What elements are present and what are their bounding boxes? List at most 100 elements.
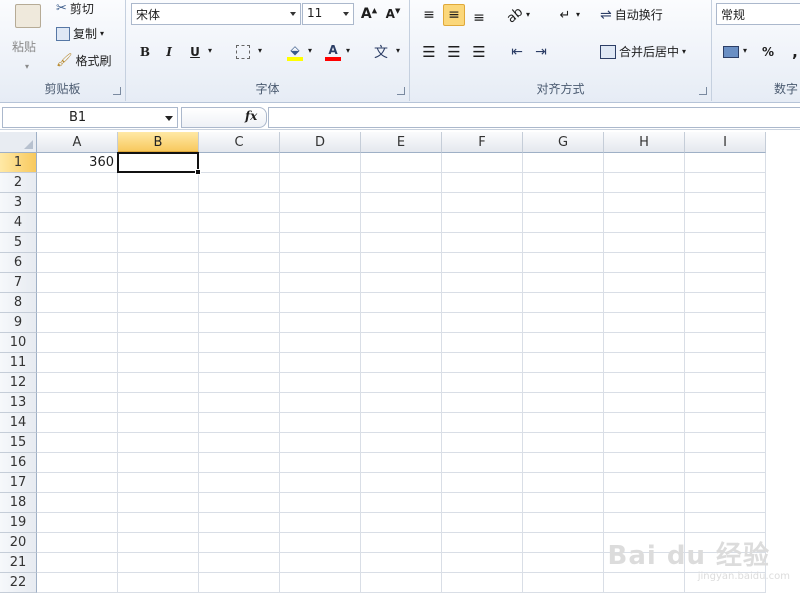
cell-b7[interactable] [118,273,199,293]
cell-a11[interactable] [37,353,118,373]
merge-center-button[interactable]: 合并后居中 ▾ [600,43,686,60]
cell-e1[interactable] [361,153,442,173]
cell-e10[interactable] [361,333,442,353]
cell-f18[interactable] [442,493,523,513]
cell-c1[interactable] [199,153,280,173]
cell-g1[interactable] [523,153,604,173]
cell-d7[interactable] [280,273,361,293]
cell-h9[interactable] [604,313,685,333]
fill-color-dropdown-icon[interactable]: ▾ [308,46,312,55]
cell-e15[interactable] [361,433,442,453]
cell-i2[interactable] [685,173,766,193]
cell-a9[interactable] [37,313,118,333]
cell-i8[interactable] [685,293,766,313]
font-name-select[interactable]: 宋体 [131,3,301,25]
cell-h19[interactable] [604,513,685,533]
cell-f2[interactable] [442,173,523,193]
column-header-d[interactable]: D [280,132,361,153]
cell-b8[interactable] [118,293,199,313]
cell-f7[interactable] [442,273,523,293]
fill-color-button[interactable]: ⬙ [284,41,306,63]
align-right-button[interactable]: ☰ [468,41,490,63]
borders-button[interactable] [232,41,254,63]
cell-d6[interactable] [280,253,361,273]
paste-button[interactable]: 粘贴 ▾ [8,0,48,75]
cell-e5[interactable] [361,233,442,253]
cell-c6[interactable] [199,253,280,273]
indent-wrap-dropdown-icon[interactable]: ▾ [576,10,580,19]
cell-h11[interactable] [604,353,685,373]
align-bottom-button[interactable]: ≡ [468,4,490,26]
cell-e4[interactable] [361,213,442,233]
cell-f16[interactable] [442,453,523,473]
cell-c18[interactable] [199,493,280,513]
cell-b10[interactable] [118,333,199,353]
row-header-14[interactable]: 14 [0,413,37,433]
cell-e7[interactable] [361,273,442,293]
cell-h16[interactable] [604,453,685,473]
cell-h4[interactable] [604,213,685,233]
cell-h3[interactable] [604,193,685,213]
cell-a14[interactable] [37,413,118,433]
alignment-launcher-icon[interactable] [699,87,707,95]
cell-a3[interactable] [37,193,118,213]
align-top-button[interactable]: ≡ [418,4,440,26]
clipboard-launcher-icon[interactable] [113,87,121,95]
cell-e9[interactable] [361,313,442,333]
cell-h2[interactable] [604,173,685,193]
underline-button[interactable]: U [184,41,206,63]
cell-g3[interactable] [523,193,604,213]
cell-h22[interactable] [604,573,685,593]
cell-b14[interactable] [118,413,199,433]
cell-c3[interactable] [199,193,280,213]
cell-a8[interactable] [37,293,118,313]
cell-e6[interactable] [361,253,442,273]
cell-d12[interactable] [280,373,361,393]
row-header-5[interactable]: 5 [0,233,37,253]
cell-i16[interactable] [685,453,766,473]
italic-button[interactable]: I [158,41,180,63]
cell-b6[interactable] [118,253,199,273]
select-all-button[interactable] [0,132,37,153]
cell-h10[interactable] [604,333,685,353]
orientation-dropdown-icon[interactable]: ▾ [526,10,530,19]
cell-i12[interactable] [685,373,766,393]
cell-d15[interactable] [280,433,361,453]
cell-a7[interactable] [37,273,118,293]
decrease-indent-button[interactable]: ⇤ [506,41,528,63]
cell-c12[interactable] [199,373,280,393]
indent-wrap-button[interactable]: ↵ [554,4,576,26]
column-header-h[interactable]: H [604,132,685,153]
cell-d3[interactable] [280,193,361,213]
cell-g10[interactable] [523,333,604,353]
column-header-g[interactable]: G [523,132,604,153]
cell-d10[interactable] [280,333,361,353]
number-format-select[interactable]: 常规 [716,3,800,25]
cell-h13[interactable] [604,393,685,413]
row-header-12[interactable]: 12 [0,373,37,393]
cell-a4[interactable] [37,213,118,233]
row-header-2[interactable]: 2 [0,173,37,193]
cell-c20[interactable] [199,533,280,553]
row-header-13[interactable]: 13 [0,393,37,413]
fill-handle[interactable] [195,169,201,175]
cell-d14[interactable] [280,413,361,433]
cell-h1[interactable] [604,153,685,173]
align-center-button[interactable]: ☰ [443,41,465,63]
cell-d17[interactable] [280,473,361,493]
cell-d16[interactable] [280,453,361,473]
cell-g8[interactable] [523,293,604,313]
cell-a2[interactable] [37,173,118,193]
cell-g11[interactable] [523,353,604,373]
cell-d19[interactable] [280,513,361,533]
cell-b9[interactable] [118,313,199,333]
row-header-15[interactable]: 15 [0,433,37,453]
cell-f14[interactable] [442,413,523,433]
cell-g21[interactable] [523,553,604,573]
cell-g18[interactable] [523,493,604,513]
column-header-c[interactable]: C [199,132,280,153]
cell-i18[interactable] [685,493,766,513]
row-header-8[interactable]: 8 [0,293,37,313]
cell-c10[interactable] [199,333,280,353]
cell-g13[interactable] [523,393,604,413]
